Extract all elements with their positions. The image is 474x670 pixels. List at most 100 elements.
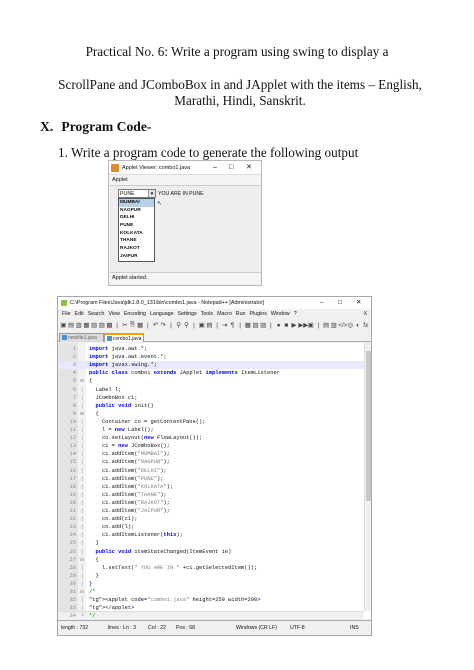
code-line[interactable]: 4 public class combo1 extends JApplet imp… [58, 369, 364, 377]
code-line[interactable]: 23 │ co.add(l); [58, 523, 364, 531]
list-item[interactable]: PUNE [119, 222, 154, 230]
code-line[interactable]: 30 │} [58, 580, 364, 588]
code-line[interactable]: 33 │ "tg"></applet> [58, 604, 364, 612]
toolbar-button-icon[interactable]: ▣ [307, 321, 314, 329]
code-line[interactable]: 19 │ c1.addItem("THANE"); [58, 491, 364, 499]
menu-close-icon[interactable]: X [363, 309, 367, 319]
minimize-icon[interactable]: – [213, 161, 217, 175]
menu-item-search[interactable]: Search [88, 311, 105, 317]
code-line[interactable]: 12 │ co.setLayout(new FlowLayout()); [58, 434, 364, 442]
toolbar-button-icon[interactable]: ▥ [75, 321, 82, 329]
menu-item-help[interactable]: ? [294, 311, 297, 317]
code-line[interactable]: 27 ⊟ { [58, 556, 364, 564]
code-line[interactable]: 29 │ } [58, 572, 364, 580]
list-item[interactable]: MUMBAI [119, 199, 154, 207]
code-line[interactable]: 17 │ c1.addItem("PUNE"); [58, 475, 364, 483]
tab-newfile1[interactable]: newfile1.java [59, 333, 104, 342]
toolbar-button-icon[interactable]: ● [275, 322, 282, 329]
code-line[interactable]: 24 │ c1.addItemListener(this); [58, 531, 364, 539]
toolbar-button-icon[interactable]: ⚲ [175, 321, 182, 329]
toolbar-button-icon[interactable]: ↶ [152, 321, 159, 329]
menu-item-file[interactable]: File [62, 311, 71, 317]
toolbar-button-icon[interactable]: ▦ [137, 321, 144, 329]
chevron-down-icon[interactable]: ▼ [148, 190, 155, 197]
toolbar-button-icon[interactable]: ▧ [91, 321, 98, 329]
code-line[interactable]: 7 │ JComboBox c1; [58, 394, 364, 402]
code-line[interactable]: 14 │ c1.addItem("MUMBAI"); [58, 450, 364, 458]
toolbar-button-icon[interactable]: ▥ [330, 321, 337, 329]
menu-item-language[interactable]: Language [150, 311, 174, 317]
toolbar-button-icon[interactable]: ▧ [252, 321, 259, 329]
toolbar-button-icon[interactable]: ▶▶ [298, 321, 308, 329]
list-item[interactable]: KOLKATA [119, 230, 154, 238]
list-item[interactable]: RAJKOT [119, 245, 154, 253]
code-line[interactable]: 32 │ "tg"><applet code="combo1.java" heigh… [58, 596, 364, 604]
menu-item-settings[interactable]: Settings [178, 311, 197, 317]
menu-item-view[interactable]: View [108, 311, 119, 317]
code-line[interactable]: 5 ⊟ { [58, 377, 364, 385]
tab-combo1[interactable]: combo1.java [104, 333, 144, 342]
toolbar-button-icon[interactable]: ▦ [245, 321, 252, 329]
maximize-icon[interactable]: □ [229, 161, 233, 175]
code-line[interactable]: 21 │ c1.addItem("JAIPUR"); [58, 507, 364, 515]
code-line[interactable]: 16 │ c1.addItem("DELHI"); [58, 467, 364, 475]
code-line[interactable]: 15 │ c1.addItem("NAGPUR"); [58, 458, 364, 466]
vertical-scrollbar[interactable] [364, 343, 371, 611]
menu-item-edit[interactable]: Edit [75, 311, 84, 317]
list-item[interactable]: NAGPUR [119, 207, 154, 215]
code-editor[interactable]: 1 import java.awt.*; 2 import java.awt.even… [58, 343, 371, 619]
toolbar-button-icon[interactable]: ■ [283, 322, 290, 329]
menu-item-encoding[interactable]: Encoding [124, 311, 146, 317]
toolbar-button-icon[interactable]: ▤ [206, 321, 213, 329]
code-line[interactable]: 22 │ co.add(c1); [58, 515, 364, 523]
toolbar-button-icon[interactable]: ▤ [68, 321, 75, 329]
toolbar-button-icon[interactable]: ▨ [98, 321, 105, 329]
code-line[interactable]: 13 │ c1 = new JComboBox(); [58, 442, 364, 450]
toolbar-button-icon[interactable]: ▣ [198, 321, 205, 329]
close-icon[interactable]: ✕ [246, 161, 252, 175]
scrollbar-thumb[interactable] [366, 351, 371, 501]
menu-item-macro[interactable]: Macro [217, 311, 232, 317]
toolbar-button-icon[interactable]: ⚲ [183, 321, 190, 329]
minimize-icon[interactable]: – [320, 297, 324, 309]
combo-dropdown-list[interactable]: MUMBAI NAGPUR DELHI PUNE KOLKATA THANE R… [118, 198, 155, 262]
toolbar-button-icon[interactable]: ↷ [160, 321, 167, 329]
code-line[interactable]: 11 │ l = new Label(); [58, 426, 364, 434]
menu-item-window[interactable]: Window [271, 311, 290, 317]
toolbar-button-icon[interactable]: ▤ [323, 321, 330, 329]
toolbar-button-icon[interactable]: ▨ [260, 321, 267, 329]
toolbar-button-icon[interactable]: ◐ [355, 322, 362, 329]
code-line[interactable]: 26 │ public void itemStateChanged(ItemEve… [58, 548, 364, 556]
toolbar-button-icon[interactable]: ▦ [83, 321, 90, 329]
list-item[interactable]: THANE [119, 237, 154, 245]
toolbar-button-icon[interactable]: ✂ [122, 321, 129, 329]
list-item[interactable]: DELHI [119, 214, 154, 222]
code-line[interactable]: 9 ⊟ { [58, 410, 364, 418]
code-line[interactable]: 6 │ Label l; [58, 386, 364, 394]
code-line[interactable]: 1 import java.awt.*; [58, 345, 364, 353]
menu-item-run[interactable]: Run [236, 311, 246, 317]
toolbar-button-icon[interactable]: ⎘ [129, 321, 136, 329]
code-line[interactable]: 31 ⊟ /* [58, 588, 364, 596]
toolbar-button-icon[interactable]: ◎ [347, 321, 354, 329]
toolbar-button-icon[interactable]: ▩ [106, 321, 113, 329]
toolbar-button-icon[interactable]: ▶ [291, 321, 298, 329]
maximize-icon[interactable]: □ [338, 297, 342, 309]
code-line[interactable]: 25 │ } [58, 539, 364, 547]
menu-item-plugins[interactable]: Plugins [250, 311, 267, 317]
toolbar-button-icon[interactable]: ▣ [60, 321, 67, 329]
code-line[interactable]: 10 │ Container co = getContentPane(); [58, 418, 364, 426]
toolbar-button-icon[interactable]: ¶ [229, 322, 236, 329]
toolbar-button-icon[interactable]: fx [362, 322, 369, 329]
code-line[interactable]: 18 │ c1.addItem("KOLKATA"); [58, 483, 364, 491]
toolbar-button-icon[interactable]: </> [338, 322, 347, 329]
code-line[interactable]: 28 │ l.setText(" YOU ARE IN " +c1.getSele… [58, 564, 364, 572]
menu-item-tools[interactable]: Tools [201, 311, 213, 317]
code-line[interactable]: 8 │ public void init() [58, 402, 364, 410]
city-combo-box[interactable]: PUNE ▼ [118, 189, 156, 198]
close-icon[interactable]: ✕ [356, 297, 361, 309]
list-item[interactable]: JAIPUR [119, 253, 154, 261]
code-line[interactable]: 3 import javax.swing.*; [58, 361, 364, 370]
applet-menu[interactable]: Applet [112, 177, 128, 183]
code-line[interactable]: 2 import java.awt.event.*; [58, 353, 364, 361]
